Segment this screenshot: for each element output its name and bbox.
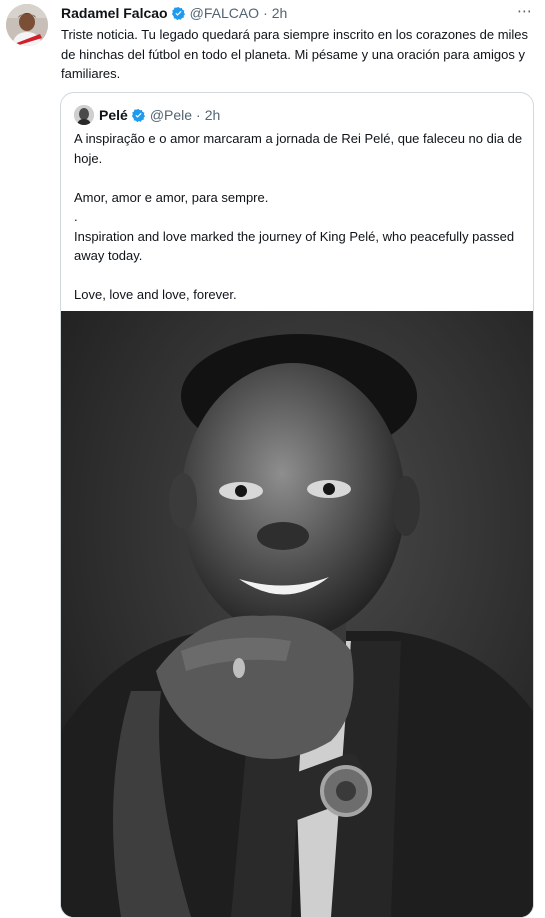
quoted-author-name[interactable]: Pelé [99, 107, 128, 123]
quoted-author-handle[interactable]: @Pele [150, 107, 192, 123]
dot-separator: · [263, 5, 268, 21]
tweet-time[interactable]: 2h [272, 5, 288, 21]
quoted-tweet-text: A inspiração e o amor marcaram a jornada… [74, 131, 523, 302]
author-name[interactable]: Radamel Falcao [61, 5, 168, 21]
quoted-avatar [74, 105, 94, 125]
verified-badge-icon [171, 6, 186, 21]
tweet-header: Radamel Falcao @FALCAO · 2h [61, 4, 287, 22]
portrait-photo[interactable] [61, 311, 533, 917]
author-handle[interactable]: @FALCAO [190, 5, 259, 21]
verified-badge-icon [131, 108, 146, 123]
quoted-tweet-time[interactable]: 2h [205, 107, 221, 123]
more-options-icon[interactable]: ⋯ [517, 2, 533, 20]
quoted-tweet[interactable]: Pelé @Pele · 2h A inspiração e o amor ma… [60, 92, 534, 918]
quoted-header: Pelé @Pele · 2h [74, 105, 220, 125]
tweet-text: Triste noticia. Tu legado quedará para s… [61, 27, 532, 81]
dot-separator: · [196, 107, 201, 123]
author-avatar[interactable] [6, 4, 48, 46]
